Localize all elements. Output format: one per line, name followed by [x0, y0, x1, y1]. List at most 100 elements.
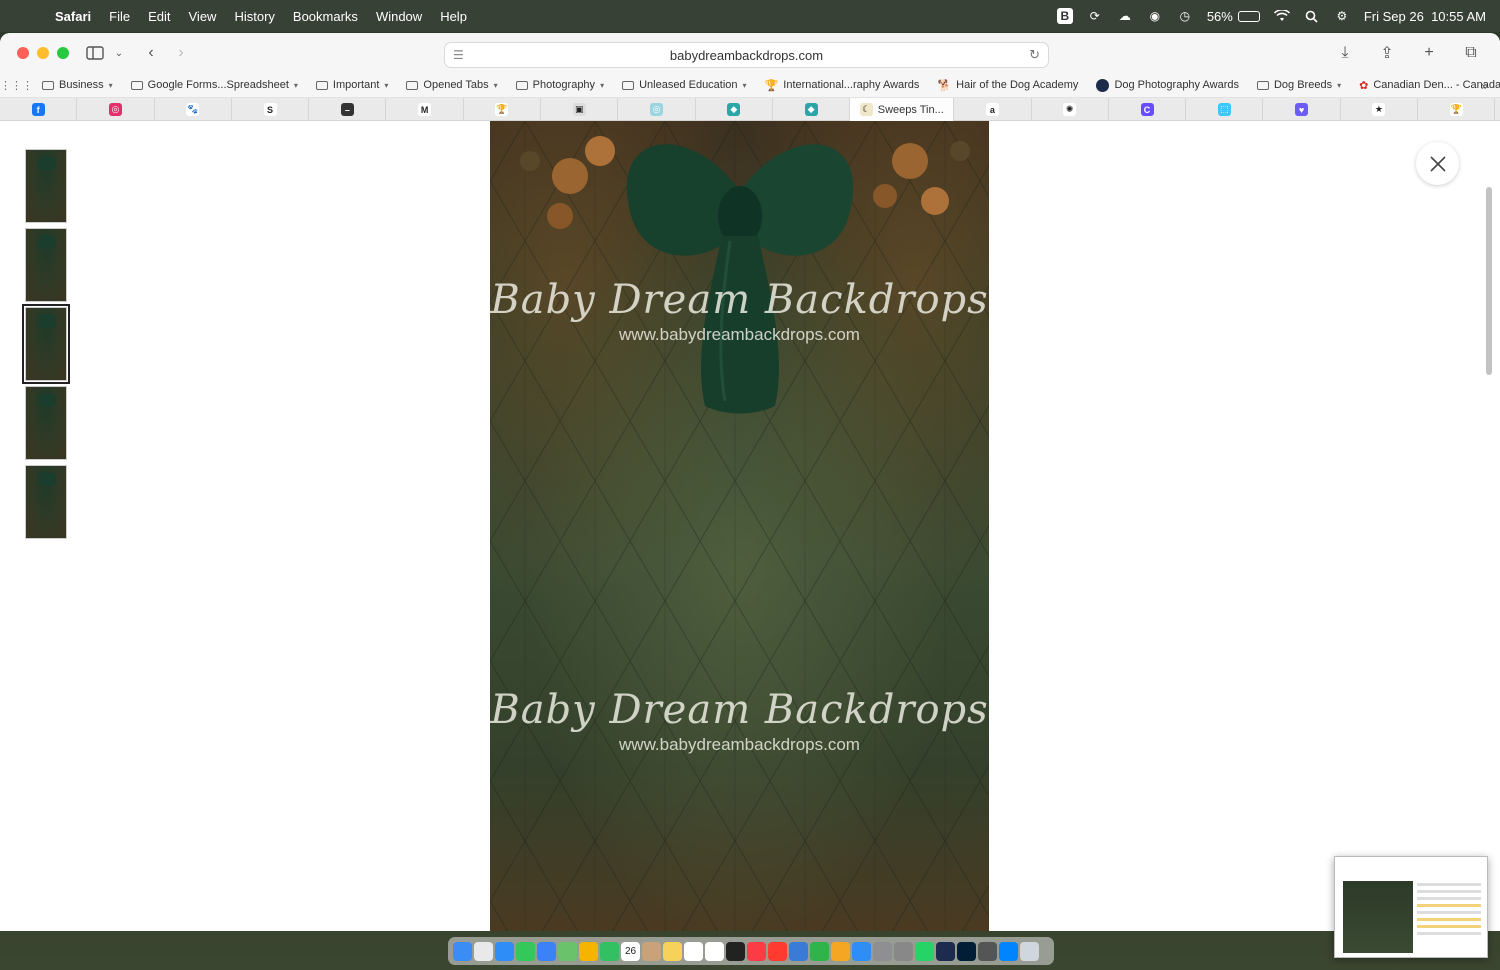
- bookmark-photography[interactable]: Photography ▾: [507, 79, 613, 91]
- clock-date[interactable]: Fri Sep 26 10:55 AM: [1364, 9, 1486, 24]
- finder-icon[interactable]: [453, 941, 472, 961]
- tab-8[interactable]: ▣: [541, 98, 619, 121]
- pages-icon[interactable]: [831, 941, 850, 961]
- appstore-icon[interactable]: [852, 941, 871, 961]
- new-tab-icon[interactable]: +: [1414, 40, 1444, 66]
- tab-9[interactable]: ◎: [618, 98, 696, 121]
- calculator-icon[interactable]: [978, 941, 997, 961]
- bookmark-google-forms[interactable]: Google Forms...Spreadsheet ▾: [122, 79, 307, 91]
- more-bookmarks-icon[interactable]: »: [1481, 78, 1488, 93]
- launchpad-icon[interactable]: [474, 941, 493, 961]
- time-machine-icon[interactable]: ◷: [1177, 8, 1193, 24]
- music-icon[interactable]: [747, 941, 766, 961]
- tab-17[interactable]: ♥: [1263, 98, 1341, 121]
- menu-window[interactable]: Window: [367, 9, 431, 24]
- airdrop-icon[interactable]: ◉: [1147, 8, 1163, 24]
- news-icon[interactable]: [768, 941, 787, 961]
- thumbnail-1[interactable]: [25, 149, 67, 223]
- messenger-icon[interactable]: [999, 941, 1018, 961]
- back-button[interactable]: ‹: [136, 40, 166, 66]
- contacts-icon[interactable]: [642, 941, 661, 961]
- bold-b-icon[interactable]: B: [1056, 8, 1073, 24]
- search-icon[interactable]: [1304, 8, 1320, 24]
- tab-7[interactable]: 🏆: [464, 98, 542, 121]
- cloud-icon[interactable]: ☁: [1117, 8, 1133, 24]
- tab-14[interactable]: ✺: [1032, 98, 1109, 121]
- numbers-icon[interactable]: [810, 941, 829, 961]
- sidebar-toggle-icon[interactable]: [80, 40, 110, 66]
- freeform-icon[interactable]: [705, 941, 724, 961]
- sync-alert-icon[interactable]: ⟳: [1087, 8, 1103, 24]
- photoshop-icon[interactable]: [957, 941, 976, 961]
- thumbnail-3[interactable]: [22, 304, 70, 384]
- lightroom-icon[interactable]: [936, 941, 955, 961]
- keynote-icon[interactable]: [789, 941, 808, 961]
- tab-16[interactable]: ⬚: [1186, 98, 1264, 121]
- calendar-icon[interactable]: 26: [621, 941, 640, 961]
- tab-10[interactable]: ◆: [696, 98, 773, 121]
- menu-bookmarks[interactable]: Bookmarks: [284, 9, 367, 24]
- control-center-icon[interactable]: ⚙: [1334, 8, 1350, 24]
- tab-13[interactable]: a: [954, 98, 1032, 121]
- forward-button[interactable]: ›: [166, 40, 196, 66]
- thumbnail-2[interactable]: [25, 228, 67, 302]
- menu-help[interactable]: Help: [431, 9, 476, 24]
- bookmark-opened-tabs[interactable]: Opened Tabs ▾: [397, 79, 506, 91]
- share-icon[interactable]: ⇪: [1372, 40, 1402, 66]
- address-bar[interactable]: ☰ babydreambackdrops.com ↻: [444, 42, 1049, 68]
- screenshot-preview[interactable]: [1334, 856, 1488, 958]
- maximize-window-button[interactable]: [57, 47, 69, 59]
- pencil-icon[interactable]: [894, 941, 913, 961]
- bookmark-business[interactable]: Business ▾: [33, 79, 122, 91]
- grid-icon[interactable]: ⋮⋮⋮: [0, 79, 33, 92]
- close-lightbox-button[interactable]: [1416, 142, 1459, 185]
- tab-4[interactable]: S: [232, 98, 310, 121]
- menu-file[interactable]: File: [100, 9, 139, 24]
- reminders-icon[interactable]: [684, 941, 703, 961]
- battery-indicator[interactable]: 56%: [1207, 9, 1260, 24]
- thumbnail-4[interactable]: [25, 386, 67, 460]
- bookmark-unleased-education[interactable]: Unleased Education ▾: [613, 79, 755, 91]
- bookmark-hair-of-the-dog[interactable]: 🐕 Hair of the Dog Academy: [928, 79, 1087, 92]
- whatsapp-icon[interactable]: [915, 941, 934, 961]
- tab-5[interactable]: –: [309, 98, 387, 121]
- safari-icon[interactable]: [495, 941, 514, 961]
- wifi-icon[interactable]: [1273, 8, 1290, 24]
- tab-15[interactable]: C: [1109, 98, 1187, 121]
- tab-12[interactable]: ☾ Sweeps Tin...: [850, 98, 955, 121]
- settings-icon[interactable]: [873, 941, 892, 961]
- maps-icon[interactable]: [558, 941, 577, 961]
- bookmark-dog-breeds[interactable]: Dog Breeds ▾: [1248, 79, 1350, 91]
- tab-19[interactable]: 🏆: [1418, 98, 1496, 121]
- photos-icon[interactable]: [579, 941, 598, 961]
- tab-1[interactable]: f: [0, 98, 78, 121]
- bookmark-canada[interactable]: ✿Canadian Den... - Canada.ca: [1350, 79, 1500, 92]
- menu-history[interactable]: History: [225, 9, 283, 24]
- close-window-button[interactable]: [17, 47, 29, 59]
- menu-view[interactable]: View: [180, 9, 226, 24]
- scrollbar[interactable]: [1486, 187, 1492, 375]
- bookmark-dog-photography-awards[interactable]: Dog Photography Awards: [1087, 78, 1248, 92]
- notes-icon[interactable]: [663, 941, 682, 961]
- tab-3[interactable]: 🐾: [155, 98, 232, 121]
- thumbnail-5[interactable]: [25, 465, 67, 539]
- menu-app-safari[interactable]: Safari: [46, 9, 100, 24]
- tab-11[interactable]: ◆: [773, 98, 851, 121]
- mail-icon[interactable]: [537, 941, 556, 961]
- tab-overview-icon[interactable]: ⧉: [1456, 40, 1486, 66]
- tv-icon[interactable]: [726, 941, 745, 961]
- messages-icon[interactable]: [516, 941, 535, 961]
- tab-18[interactable]: ★: [1341, 98, 1419, 121]
- chevron-down-icon[interactable]: ⌄: [110, 40, 128, 66]
- page-menu-icon[interactable]: ☰: [453, 48, 464, 62]
- download-icon[interactable]: ⤓: [1330, 40, 1360, 66]
- minimize-window-button[interactable]: [37, 47, 49, 59]
- bookmark-important[interactable]: Important ▾: [307, 79, 397, 91]
- reload-icon[interactable]: ↻: [1029, 47, 1040, 63]
- bookmark-international-awards[interactable]: 🏆 International...raphy Awards: [756, 79, 929, 92]
- facetime-icon[interactable]: [600, 941, 619, 961]
- menu-edit[interactable]: Edit: [139, 9, 179, 24]
- trash-icon[interactable]: [1020, 941, 1039, 961]
- tab-6[interactable]: M: [386, 98, 464, 121]
- tab-2[interactable]: ◎: [77, 98, 155, 121]
